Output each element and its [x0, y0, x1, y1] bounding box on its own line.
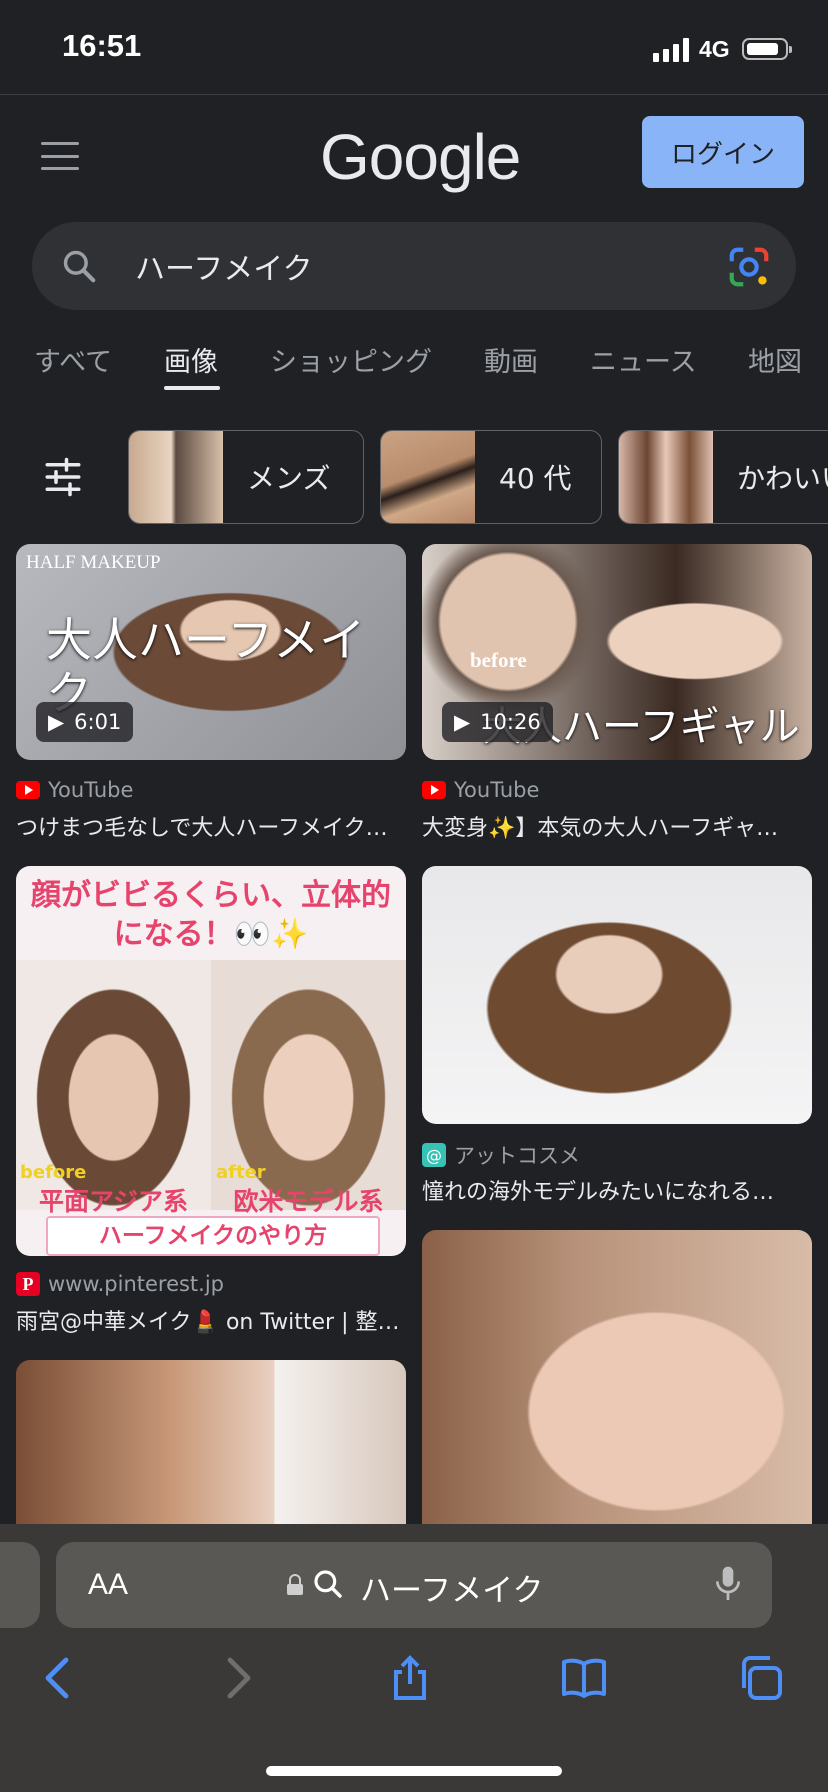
- result-title[interactable]: 雨宮@中華メイク💄 on Twitter | 整…: [16, 1304, 406, 1336]
- previous-tab-peek[interactable]: [0, 1542, 40, 1628]
- result-image[interactable]: HALF MAKEUP 大人ハーフメイク ▶ 6:01: [16, 544, 406, 760]
- network-label: 4G: [699, 36, 730, 62]
- play-icon: ▶: [48, 710, 65, 734]
- result-source[interactable]: YouTube: [422, 778, 539, 802]
- duration-label: 6:01: [74, 710, 122, 734]
- chip-cute[interactable]: かわいい: [618, 430, 828, 524]
- login-button[interactable]: ログイン: [642, 116, 804, 188]
- result-image[interactable]: [422, 866, 812, 1124]
- result-image[interactable]: 顔がビビるくらい、立体的になる！👀✨ before after 平面アジア系 欧…: [16, 866, 406, 1256]
- battery-icon: [742, 38, 792, 60]
- google-logo[interactable]: Google: [320, 120, 521, 194]
- source-label: www.pinterest.jp: [48, 1272, 225, 1296]
- chip-thumbnail: [619, 431, 713, 523]
- source-label: YouTube: [454, 778, 540, 802]
- page-settings-button[interactable]: AA: [88, 1568, 128, 1602]
- before-label: before: [20, 1162, 87, 1183]
- tab-videos[interactable]: 動画: [484, 340, 538, 379]
- duration-label: 10:26: [480, 710, 541, 734]
- tab-all[interactable]: すべて: [34, 340, 112, 379]
- tab-maps[interactable]: 地図: [748, 340, 802, 379]
- microphone-icon[interactable]: [714, 1564, 742, 1604]
- lock-icon: [287, 1574, 303, 1595]
- share-icon[interactable]: [386, 1654, 434, 1702]
- search-icon: [314, 1570, 342, 1598]
- source-label: アットコスメ: [454, 1144, 580, 1168]
- chip-label: メンズ: [247, 462, 331, 495]
- search-icon[interactable]: [60, 247, 98, 285]
- chip-thumbnail: [381, 431, 475, 523]
- back-icon[interactable]: [36, 1654, 84, 1702]
- image-overlay-text: HALF MAKEUP: [26, 552, 161, 573]
- chip-mens[interactable]: メンズ: [128, 430, 364, 524]
- bottom-caption: ハーフメイクのやり方: [46, 1216, 380, 1256]
- forward-icon[interactable]: [212, 1654, 260, 1702]
- address-text[interactable]: ハーフメイク: [360, 1565, 544, 1610]
- after-label: after: [216, 1162, 266, 1183]
- video-duration: ▶ 10:26: [442, 702, 553, 742]
- chip-label: かわいい: [737, 462, 828, 495]
- result-source[interactable]: Pwww.pinterest.jp: [16, 1272, 224, 1296]
- result-image[interactable]: [422, 1230, 812, 1560]
- filter-tune-icon[interactable]: [42, 456, 84, 498]
- hamburger-menu-icon[interactable]: [41, 142, 79, 170]
- image-overlay-text: 顔がビビるくらい、立体的になる！👀✨: [31, 878, 391, 952]
- result-title[interactable]: 憧れの海外モデルみたいになれる…: [422, 1174, 812, 1206]
- tab-shopping[interactable]: ショッピング: [270, 340, 432, 379]
- tab-news[interactable]: ニュース: [590, 340, 697, 379]
- source-label: YouTube: [48, 778, 134, 802]
- after-caption: 欧米モデル系: [233, 1187, 384, 1216]
- youtube-icon: [422, 781, 446, 799]
- tabs-icon[interactable]: [736, 1654, 784, 1702]
- chip-label: 40 代: [499, 462, 572, 495]
- play-icon: ▶: [454, 710, 471, 734]
- youtube-icon: [16, 781, 40, 799]
- search-input[interactable]: ハーフメイク: [135, 244, 313, 288]
- before-caption: 平面アジア系: [38, 1187, 188, 1216]
- result-title[interactable]: 大変身✨】本気の大人ハーフギャ…: [422, 810, 812, 842]
- atcosme-icon: @: [422, 1143, 446, 1167]
- pinterest-icon: P: [16, 1272, 40, 1296]
- home-indicator: [266, 1766, 562, 1776]
- image-overlay-text: before: [470, 648, 527, 672]
- google-lens-icon[interactable]: [726, 244, 772, 290]
- result-title[interactable]: つけまつ毛なしで大人ハーフメイク…: [16, 810, 406, 842]
- video-duration: ▶ 6:01: [36, 702, 134, 742]
- result-source[interactable]: @ アットコスメ: [422, 1140, 580, 1170]
- status-time: 16:51: [62, 28, 142, 63]
- active-tab-indicator: [164, 386, 220, 390]
- signal-icon: [653, 38, 691, 62]
- tab-images[interactable]: 画像: [164, 340, 218, 379]
- chip-40s[interactable]: 40 代: [380, 430, 602, 524]
- result-image[interactable]: before 大人ハーフギャル ▶ 10:26: [422, 544, 812, 760]
- chip-thumbnail: [129, 431, 223, 523]
- result-source[interactable]: YouTube: [16, 778, 133, 802]
- bookmarks-icon[interactable]: [560, 1654, 608, 1702]
